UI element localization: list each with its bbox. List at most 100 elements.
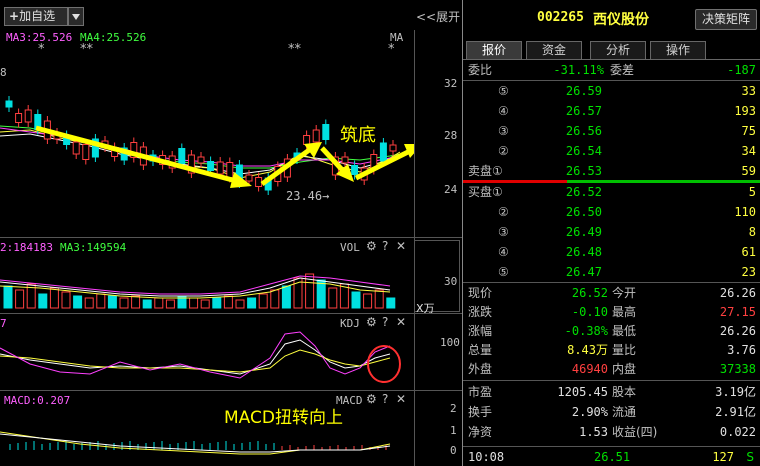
candle-body — [82, 144, 90, 160]
stat-value: -0.10 — [571, 305, 608, 319]
tab-quote[interactable]: 报价 — [466, 41, 522, 59]
macd-y-tick-0: 0 — [450, 444, 457, 457]
volume-bar — [142, 299, 152, 309]
vol-help-icon[interactable]: ? — [382, 239, 388, 253]
kdj-chart — [0, 331, 401, 383]
stat-value: 46940 — [571, 362, 608, 376]
fundamental-label: 流通 — [612, 405, 637, 419]
add-watchlist-dropdown[interactable] — [68, 7, 84, 26]
orders-divider — [463, 282, 760, 283]
volume-bar — [154, 297, 164, 309]
buy-order-level: 买盘① — [468, 185, 503, 199]
stat-value: 26.52 — [571, 286, 608, 300]
fundamental-value: 1205.45 — [557, 385, 608, 399]
stat-row: 总量 8.43万 量比 3.76 — [466, 342, 760, 359]
fundamental-value: 1.53 — [579, 425, 608, 439]
sell-order-level: ⑤ — [498, 84, 509, 98]
tick-price: 26.51 — [594, 450, 631, 464]
buy-order-price: 26.50 — [565, 205, 602, 219]
sell-order-volume: 75 — [741, 124, 756, 138]
vol-y-tick: 30 — [444, 275, 458, 288]
buy-order-volume: 23 — [741, 265, 756, 279]
fundamental-label: 收益(四) — [612, 425, 658, 439]
stat-label: 内盘 — [612, 362, 637, 376]
tick-divider — [463, 446, 760, 447]
sell-order-price: 26.53 — [565, 164, 602, 178]
stat-value: 3.76 — [727, 343, 756, 357]
candle-body — [322, 124, 330, 140]
stat-label: 涨幅 — [468, 324, 493, 338]
buy-order-level: ② — [498, 205, 509, 219]
sell-order-row[interactable]: 卖盘① 26.53 59 — [466, 163, 760, 180]
volume-bar — [107, 295, 117, 309]
candle-body — [216, 161, 224, 175]
tab-funds[interactable]: 资金 — [526, 41, 582, 59]
sell-order-row[interactable]: ③ 26.56 75 — [466, 123, 760, 140]
last-tick-row: 10:08 26.51 127 S — [466, 449, 760, 466]
volume-bar — [73, 295, 83, 309]
tick-time: 10:08 — [468, 450, 505, 464]
expand-label: 展开 — [436, 10, 461, 24]
fundamental-label: 净资 — [468, 425, 493, 439]
sell-order-row[interactable]: ④ 26.57 193 — [466, 103, 760, 120]
mark-2: ** — [80, 42, 93, 57]
stat-value: -0.38% — [564, 324, 608, 338]
chart-area: +加自选 <<展开 MA3:25.526 MA4:25.526 MA * ** … — [0, 0, 462, 466]
expand-button[interactable]: <<展开 — [416, 8, 460, 25]
decision-matrix-button[interactable]: 决策矩阵 — [695, 9, 757, 30]
candle-body — [351, 165, 359, 175]
add-watchlist-button[interactable]: +加自选 — [4, 7, 68, 26]
stat-label: 涨跌 — [468, 305, 493, 319]
tab-analysis[interactable]: 分析 — [590, 41, 646, 59]
double-chevron-left-icon: << — [416, 10, 437, 24]
candle-body — [312, 129, 320, 143]
y-tick-24: 24 — [444, 183, 458, 196]
kdj-close-icon[interactable]: ✕ — [396, 315, 406, 329]
volume-bar — [61, 291, 71, 309]
ratio-divider — [463, 80, 760, 81]
buy-order-price: 26.47 — [565, 265, 602, 279]
volume-bar — [49, 287, 59, 309]
buy-order-row[interactable]: 买盘① 26.52 5 — [466, 184, 760, 201]
kdj-help-icon[interactable]: ? — [382, 315, 388, 329]
fundamental-value: 3.19亿 — [715, 385, 756, 399]
spread-bar-green — [567, 180, 760, 183]
buy-order-row[interactable]: ④ 26.48 61 — [466, 244, 760, 261]
vol-panel-divider — [0, 237, 462, 238]
y-tick-32: 32 — [444, 77, 458, 90]
kdj-highlight-circle — [367, 345, 401, 383]
candles — [5, 96, 397, 195]
stat-label: 现价 — [468, 286, 493, 300]
volume-bar — [328, 287, 338, 309]
buy-order-volume: 61 — [741, 245, 756, 259]
sell-order-row[interactable]: ⑤ 26.59 33 — [466, 83, 760, 100]
sell-order-row[interactable]: ② 26.54 34 — [466, 143, 760, 160]
fundamental-value: 2.91亿 — [715, 405, 756, 419]
volume-bar — [374, 289, 384, 309]
bottoming-annotation: 筑底 — [340, 125, 376, 146]
stat-value: 37338 — [719, 362, 756, 376]
tab-operation[interactable]: 操作 — [650, 41, 706, 59]
vol-close-icon[interactable]: ✕ — [396, 239, 406, 253]
vol-settings-icon[interactable]: ⚙ — [366, 239, 377, 253]
volume-bar — [38, 293, 48, 309]
sell-order-volume: 59 — [741, 164, 756, 178]
kdj-settings-icon[interactable]: ⚙ — [366, 315, 377, 329]
volume-bar — [119, 297, 129, 309]
candle-body — [72, 141, 80, 155]
buy-order-row[interactable]: ③ 26.49 8 — [466, 224, 760, 241]
buy-order-row[interactable]: ⑤ 26.47 23 — [466, 264, 760, 281]
fundamental-row: 换手 2.90% 流通 2.91亿 — [466, 404, 760, 421]
sell-order-volume: 193 — [734, 104, 756, 118]
stat-value: 26.26 — [719, 286, 756, 300]
spread-bar-red — [463, 180, 567, 183]
fundamental-value: 2.90% — [571, 405, 608, 419]
arrow-right-icon: → — [322, 189, 330, 203]
stat-label: 量比 — [612, 343, 637, 357]
buy-order-row[interactable]: ② 26.50 110 — [466, 204, 760, 221]
volume-bar — [235, 299, 245, 309]
y-tick-28: 28 — [444, 129, 458, 142]
candle-body — [341, 156, 349, 164]
low-price-value: 23.46 — [286, 189, 323, 203]
buy-order-volume: 110 — [734, 205, 756, 219]
